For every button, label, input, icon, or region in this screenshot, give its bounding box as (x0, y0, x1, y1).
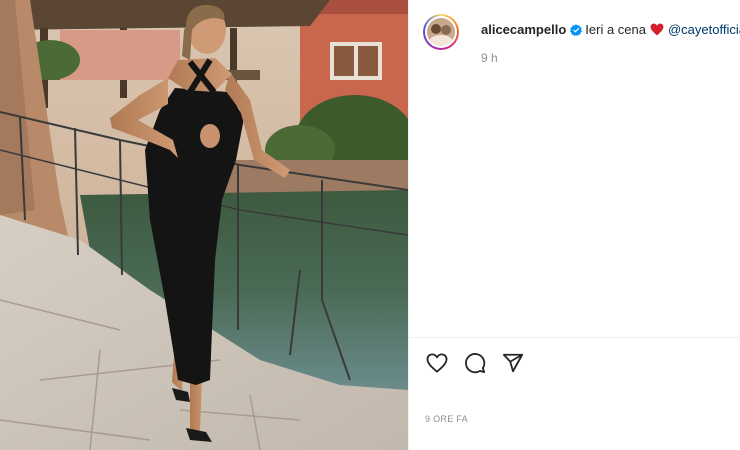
action-bar (425, 350, 525, 376)
post-photo[interactable] (0, 0, 408, 450)
time-ago: 9 h (481, 51, 498, 65)
mention-link[interactable]: @cayetofficial (668, 22, 740, 37)
caption-text: Ieri a cena (585, 22, 646, 37)
avatar-photo (427, 18, 455, 46)
comment-button[interactable] (463, 351, 487, 375)
caption-row: alicecampello Ieri a cena @cayetofficial 9… (423, 14, 740, 65)
like-button[interactable] (425, 351, 449, 375)
comment-icon (465, 353, 486, 374)
share-button[interactable] (501, 351, 525, 375)
avatar[interactable] (423, 14, 459, 50)
heart-outline-icon (426, 353, 448, 373)
username-link[interactable]: alicecampello (481, 22, 566, 37)
paper-plane-icon (502, 353, 524, 373)
post-photo-image (0, 0, 408, 450)
red-heart-emoji-icon (650, 23, 664, 41)
instagram-post: alicecampello Ieri a cena @cayetofficial 9… (0, 0, 740, 450)
post-side-panel: alicecampello Ieri a cena @cayetofficial 9… (408, 0, 740, 450)
divider (409, 337, 740, 338)
post-date-label: 9 ORE FA (425, 414, 468, 424)
verified-badge-icon (570, 23, 583, 41)
caption-line: alicecampello Ieri a cena @cayetofficial (481, 21, 740, 41)
